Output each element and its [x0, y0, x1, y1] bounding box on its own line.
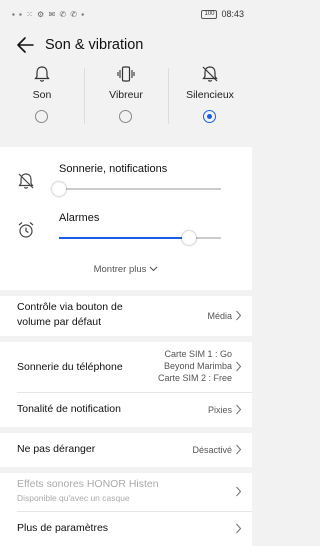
phone-ringtone-sim2: Carte SIM 2 : Free [157, 373, 232, 383]
mode-sound-radio[interactable] [35, 110, 48, 123]
header: Son & vibration [0, 30, 252, 60]
sound-mode-selector: Son Vibreur Silencieux [0, 62, 252, 132]
dnd-label: Ne pas déranger [17, 443, 96, 455]
histen-label: Effets sonores HONOR Histen [17, 478, 159, 490]
mode-vibrate-radio[interactable] [119, 110, 132, 123]
mode-vibrate[interactable]: Vibreur [84, 62, 168, 132]
alarm-volume-knob[interactable] [181, 231, 196, 245]
status-icons: ▪ ▪ ⁙ ⚙ ✉ ✆ ✆ ▪ [12, 10, 86, 19]
alarm-volume-row: Alarmes [0, 204, 252, 254]
effects-card: Effets sonores HONOR Histen Disponible q… [0, 473, 252, 546]
phone-ringtone-row[interactable]: Sonnerie du téléphone Carte SIM 1 : Go B… [0, 342, 252, 392]
more-settings-label: Plus de paramètres [17, 522, 109, 534]
page-title: Son & vibration [45, 37, 144, 53]
alarm-volume-fill [59, 237, 189, 239]
mode-silent-label: Silencieux [186, 89, 234, 101]
mode-sound[interactable]: Son [0, 62, 84, 132]
bell-off-icon [18, 173, 34, 189]
ringtone-volume-knob[interactable] [52, 182, 66, 196]
mode-silent[interactable]: Silencieux [168, 62, 252, 132]
chevron-right-icon [236, 444, 242, 455]
ringtone-volume-label: Sonnerie, notifications [59, 163, 168, 175]
chevron-right-icon [236, 361, 242, 372]
volume-button-row[interactable]: Contrôle via bouton de volume par défaut… [0, 296, 252, 336]
more-settings-row[interactable]: Plus de paramètres [0, 512, 252, 546]
status-right: 100 08:43 [201, 9, 244, 19]
tones-card: Sonnerie du téléphone Carte SIM 1 : Go B… [0, 342, 252, 427]
notification-tone-row[interactable]: Tonalité de notification Pixies [0, 393, 252, 427]
show-more-button[interactable]: Montrer plus [0, 264, 252, 275]
histen-sublabel: Disponible qu'avec un casque [17, 493, 130, 503]
phone-ringtone-label: Sonnerie du téléphone [17, 361, 123, 373]
dnd-card: Ne pas déranger Désactivé [0, 433, 252, 467]
phone-ringtone-value: Carte SIM 1 : Go Beyond Marimba Carte SI… [158, 348, 232, 384]
clock: 08:43 [221, 9, 244, 19]
phone-ringtone-sim1-name: Beyond Marimba [163, 361, 232, 371]
back-arrow-icon[interactable] [14, 34, 36, 56]
volume-button-card: Contrôle via bouton de volume par défaut… [0, 296, 252, 336]
chevron-right-icon [236, 310, 242, 321]
alarm-volume-label: Alarmes [59, 212, 100, 224]
vibrate-icon [117, 66, 135, 82]
histen-row[interactable]: Effets sonores HONOR Histen Disponible q… [0, 473, 252, 511]
volume-button-label: Contrôle via bouton de volume par défaut [17, 301, 123, 328]
chevron-right-icon [236, 404, 242, 415]
ringtone-volume-row: Sonnerie, notifications [0, 155, 252, 205]
notification-tone-label: Tonalité de notification [17, 403, 121, 415]
volume-card: Sonnerie, notifications Alarmes Montrer … [0, 147, 252, 290]
volume-button-value: Média [207, 311, 232, 321]
show-more-label: Montrer plus [93, 264, 147, 275]
chevron-right-icon [236, 523, 242, 534]
chevron-right-icon [236, 486, 242, 497]
battery-icon: 100 [201, 9, 218, 19]
dnd-row[interactable]: Ne pas déranger Désactivé [0, 433, 252, 467]
mode-sound-label: Son [32, 89, 52, 101]
alarm-clock-icon [18, 222, 34, 238]
alarm-volume-slider[interactable] [59, 231, 221, 245]
chevron-down-icon [150, 267, 158, 272]
bell-icon [34, 66, 50, 82]
ringtone-volume-slider[interactable] [52, 182, 221, 196]
mode-silent-radio[interactable] [203, 110, 216, 123]
mode-vibrate-label: Vibreur [109, 89, 143, 101]
status-bar: ▪ ▪ ⁙ ⚙ ✉ ✆ ✆ ▪ 100 08:43 [0, 0, 252, 26]
phone-ringtone-sim1: Carte SIM 1 : Go [164, 349, 232, 359]
bell-off-icon [202, 66, 218, 82]
dnd-value: Désactivé [192, 445, 232, 455]
notification-tone-value: Pixies [207, 405, 232, 415]
